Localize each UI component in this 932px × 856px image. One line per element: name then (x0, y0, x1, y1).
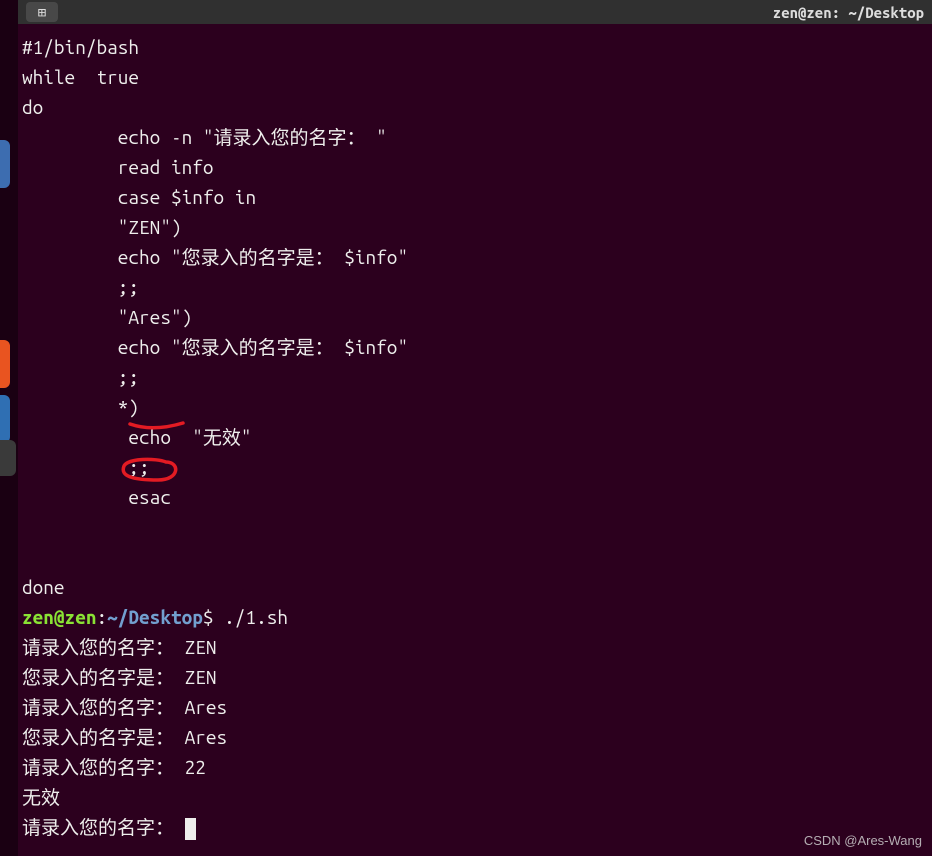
prompt-path: ~/Desktop (107, 606, 203, 628)
code-line: *) (22, 396, 139, 418)
output-line: 请录入您的名字： (22, 816, 185, 838)
prompt-colon: : (96, 606, 107, 628)
code-line: "Ares") (22, 306, 192, 328)
titlebar-menu-button[interactable]: ⊞ (26, 2, 58, 22)
prompt-dollar: $ (203, 606, 224, 628)
code-line: ;; (22, 276, 139, 298)
menu-icon: ⊞ (38, 4, 46, 21)
output-line: 请录入您的名字： Ares (22, 696, 227, 718)
prompt-user: zen@zen (22, 606, 96, 628)
code-line: esac (22, 486, 171, 508)
code-line: echo "您录入的名字是： $info" (22, 336, 408, 358)
watermark-text: CSDN @Ares-Wang (804, 833, 922, 848)
output-line: 您录入的名字是： Ares (22, 726, 227, 748)
dock-icon-1[interactable] (0, 140, 10, 188)
code-line: done (22, 576, 65, 598)
code-line: ;; (22, 366, 139, 388)
left-edge-hint (0, 440, 16, 476)
code-line: echo -n "请录入您的名字： " (22, 126, 387, 148)
code-line: ;; (22, 456, 150, 478)
code-line: case $info in (22, 186, 256, 208)
code-line: read info (22, 156, 214, 178)
code-line: #1/bin/bash (22, 36, 139, 58)
dock-icon-2[interactable] (0, 340, 10, 388)
window-titlebar: ⊞ zen@zen: ~/Desktop (18, 0, 932, 24)
dock-sidebar (0, 0, 18, 856)
output-line: 请录入您的名字： 22 (22, 756, 206, 778)
output-line: 您录入的名字是： ZEN (22, 666, 217, 688)
window-title: zen@zen: ~/Desktop (773, 4, 924, 21)
terminal-output[interactable]: #1/bin/bash while true do echo -n "请录入您的… (18, 24, 932, 856)
code-line: echo "无效" (22, 426, 252, 448)
dock-icon-3[interactable] (0, 395, 10, 443)
code-line: echo "您录入的名字是： $info" (22, 246, 408, 268)
code-line: while true (22, 66, 139, 88)
command-text: ./1.sh (224, 606, 288, 628)
terminal-cursor (185, 818, 196, 840)
code-line: do (22, 96, 43, 118)
output-line: 请录入您的名字： ZEN (22, 636, 217, 658)
output-line: 无效 (22, 786, 60, 808)
code-line: "ZEN") (22, 216, 182, 238)
